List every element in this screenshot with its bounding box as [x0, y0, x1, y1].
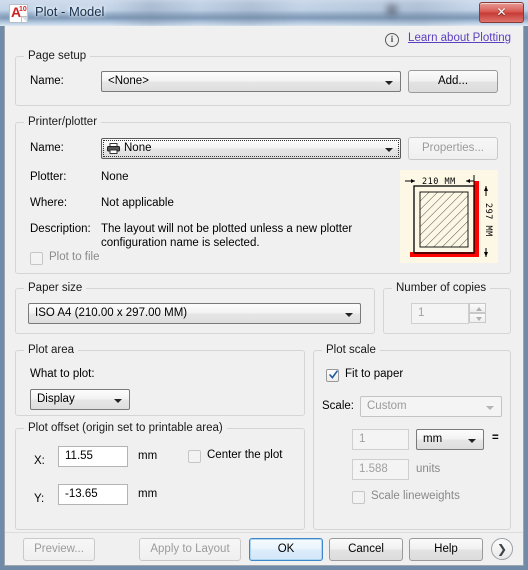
spinner-up-button[interactable]: [469, 303, 486, 313]
printer-icon: [107, 143, 120, 154]
plot-scale-legend: Plot scale: [322, 344, 380, 356]
plotter-value: None: [101, 171, 129, 183]
paper-size-combo[interactable]: ISO A4 (210.00 x 297.00 MM): [28, 303, 361, 324]
plot-to-file-label: Plot to file: [49, 251, 100, 263]
center-the-plot-checkbox[interactable]: [188, 450, 201, 463]
svg-text:297 MM: 297 MM: [483, 203, 493, 237]
scale-denominator-value: 1.588: [359, 463, 388, 475]
paper-size-group: Paper size ISO A4 (210.00 x 297.00 MM): [15, 282, 375, 334]
title-bar: A 10 Plot - Model ✕: [0, 0, 528, 26]
printer-name-label: Name:: [30, 142, 64, 154]
scale-value: Custom: [367, 400, 407, 412]
close-button[interactable]: ✕: [479, 2, 524, 23]
fit-to-paper-label: Fit to paper: [345, 368, 404, 380]
cancel-button[interactable]: Cancel: [329, 538, 403, 561]
learn-about-plotting-link[interactable]: Learn about Plotting: [408, 32, 511, 44]
paper-preview-drawing: 210 MM 297 MM: [400, 170, 498, 263]
scale-numerator-value: 1: [359, 433, 366, 445]
chevron-down-icon: [114, 399, 122, 403]
scale-numerator-input[interactable]: 1: [352, 429, 409, 450]
page-setup-name-value: <None>: [108, 75, 149, 87]
offset-x-label: X:: [34, 455, 45, 467]
paper-size-value: ISO A4 (210.00 x 297.00 MM): [35, 307, 188, 319]
paper-preview: 210 MM 297 MM: [400, 170, 498, 263]
info-icon: i: [385, 33, 399, 47]
printer-plotter-legend: Printer/plotter: [24, 116, 102, 128]
plot-dialog-window: A 10 Plot - Model ✕ i Learn about Plottin…: [0, 0, 528, 570]
close-icon: ✕: [496, 5, 507, 19]
chevron-down-icon: [468, 439, 476, 443]
paper-size-legend: Paper size: [24, 282, 87, 294]
fit-to-paper-checkbox[interactable]: [326, 369, 339, 382]
number-of-copies-spinner[interactable]: [469, 303, 486, 324]
plot-area-legend: Plot area: [24, 344, 79, 356]
number-of-copies-group: Number of copies 1: [383, 282, 511, 334]
preview-button[interactable]: Preview...: [23, 538, 95, 561]
page-setup-name-combo[interactable]: <None>: [101, 71, 401, 92]
footer-separator: [5, 532, 523, 533]
chevron-down-icon: [385, 81, 393, 85]
offset-x-value: 11.55: [65, 450, 93, 462]
offset-y-unit: mm: [138, 488, 158, 500]
chevron-down-icon: [486, 406, 494, 410]
caret-up-icon: [476, 307, 482, 311]
chevron-right-icon: ❯: [496, 542, 508, 556]
dialog-footer: Preview... Apply to Layout OK Cancel Hel…: [5, 532, 523, 564]
number-of-copies-value: 1: [418, 307, 425, 319]
ok-button[interactable]: OK: [249, 538, 323, 561]
what-to-plot-value: Display: [37, 393, 75, 405]
scale-combo[interactable]: Custom: [360, 396, 502, 417]
scale-lineweights-checkbox[interactable]: [352, 491, 365, 504]
printer-plotter-group: Printer/plotter Name: None Properties...…: [15, 116, 511, 274]
dialog-client-area: i Learn about Plotting Page setup Name: …: [4, 26, 524, 566]
printer-name-value: None: [124, 142, 152, 154]
plot-area-group: Plot area What to plot: Display: [15, 344, 305, 416]
scale-lineweights-label: Scale lineweights: [371, 490, 460, 502]
where-value: Not applicable: [101, 197, 174, 209]
offset-y-value: -13.65: [65, 488, 98, 500]
caret-down-icon: [476, 317, 482, 321]
offset-y-input[interactable]: -13.65: [58, 484, 128, 505]
number-of-copies-input[interactable]: 1: [411, 303, 469, 324]
plot-offset-legend: Plot offset (origin set to printable are…: [24, 422, 227, 434]
add-page-setup-button[interactable]: Add...: [408, 70, 498, 93]
plot-to-file-checkbox[interactable]: [30, 252, 43, 265]
checkmark-icon: [329, 370, 338, 379]
svg-text:210 MM: 210 MM: [422, 177, 456, 187]
center-the-plot-label: Center the plot: [207, 449, 283, 461]
chevron-down-icon: [345, 313, 353, 317]
plot-scale-group: Plot scale Fit to paper Scale: Custom 1 …: [313, 344, 511, 530]
scale-unit-value: mm: [423, 433, 443, 445]
page-setup-name-label: Name:: [30, 75, 64, 87]
what-to-plot-combo[interactable]: Display: [30, 389, 130, 410]
scale-units-label: units: [416, 463, 441, 475]
scale-label: Scale:: [322, 400, 354, 412]
scale-denominator-input[interactable]: 1.588: [352, 459, 409, 480]
expand-dialog-button[interactable]: ❯: [491, 538, 513, 560]
offset-x-unit: mm: [138, 450, 158, 462]
page-setup-group: Page setup Name: <None> Add...: [15, 50, 511, 106]
plotter-label: Plotter:: [30, 171, 67, 183]
chevron-down-icon: [385, 148, 393, 152]
equals-sign: =: [492, 432, 499, 444]
printer-properties-button[interactable]: Properties...: [408, 137, 498, 160]
page-setup-legend: Page setup: [24, 50, 91, 62]
plot-offset-group: Plot offset (origin set to printable are…: [15, 422, 305, 530]
help-button[interactable]: Help: [409, 538, 483, 561]
scale-unit-combo[interactable]: mm: [416, 429, 484, 450]
printer-name-combo[interactable]: None: [101, 138, 401, 159]
where-label: Where:: [30, 197, 68, 209]
description-line-1: The layout will not be plotted unless a …: [101, 223, 353, 235]
description-label: Description:: [30, 223, 91, 235]
offset-y-label: Y:: [34, 493, 45, 505]
what-to-plot-label: What to plot:: [30, 368, 95, 380]
spinner-down-button[interactable]: [469, 313, 486, 323]
window-title: Plot - Model: [35, 4, 105, 19]
offset-x-input[interactable]: 11.55: [58, 446, 128, 467]
apply-to-layout-button[interactable]: Apply to Layout: [139, 538, 241, 561]
number-of-copies-legend: Number of copies: [392, 282, 491, 294]
autocad-a10-icon: A 10: [9, 4, 28, 23]
description-line-2: configuration name is selected.: [101, 237, 260, 249]
